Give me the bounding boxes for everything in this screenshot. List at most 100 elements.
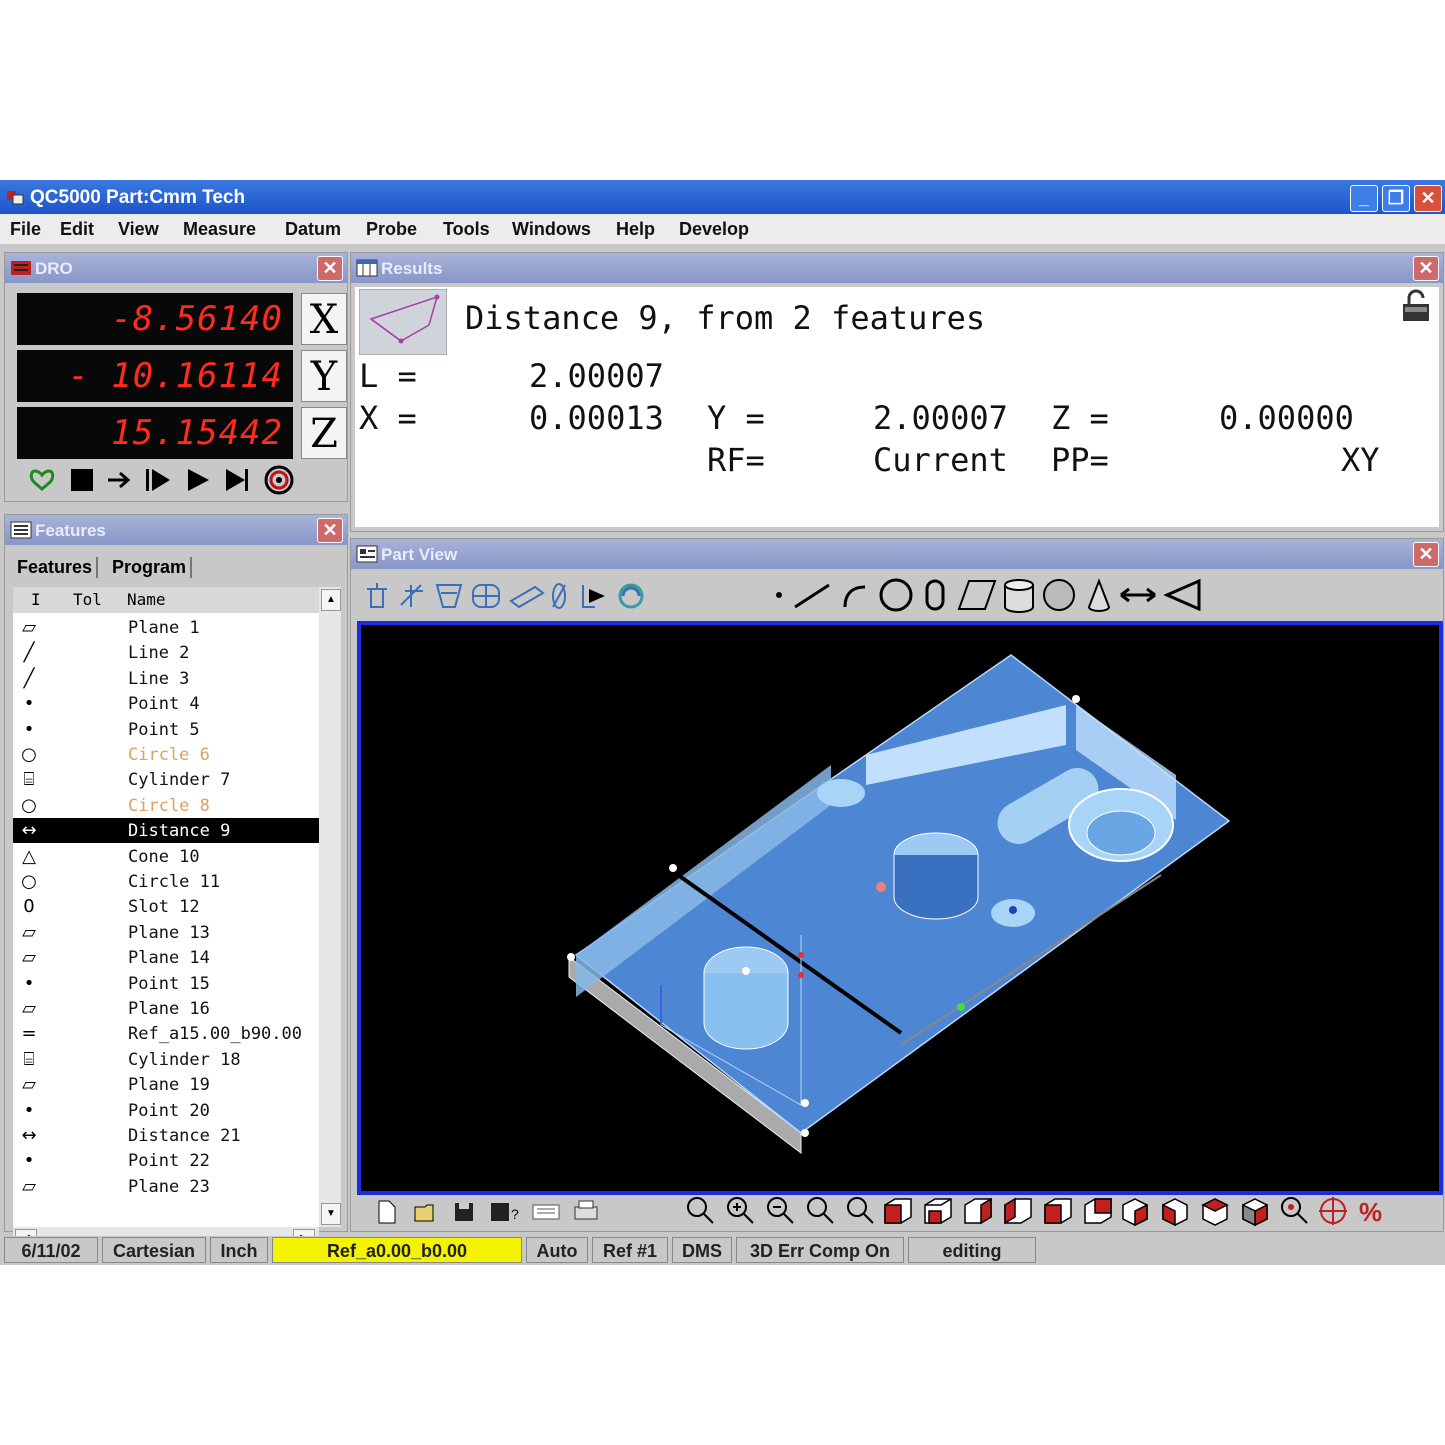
menu-develop[interactable]: Develop xyxy=(679,219,749,240)
play-icon[interactable] xyxy=(183,465,213,495)
view-zoom-icons[interactable]: % xyxy=(685,1195,1395,1227)
scroll-down-arrow-icon[interactable]: ▼ xyxy=(321,1203,341,1225)
feature-name: Plane 1 xyxy=(128,618,200,638)
feature-name: Slot 12 xyxy=(128,897,200,918)
feature-row[interactable]: ↔ Distance 9 xyxy=(13,818,319,844)
menu-help[interactable]: Help xyxy=(616,219,655,240)
feature-row[interactable]: • Point 20 xyxy=(13,1098,319,1123)
feature-row[interactable]: ▱ Plane 1 xyxy=(13,615,319,640)
tab-features[interactable]: Features xyxy=(17,557,99,578)
feature-row[interactable]: ○ Circle 6 xyxy=(13,742,319,767)
dro-title: DRO xyxy=(35,259,73,278)
results-l-value: 2.00007 xyxy=(529,357,664,395)
features-vertical-scrollbar[interactable]: ▲ ▼ xyxy=(319,587,341,1227)
feature-row[interactable]: 0 Slot 12 xyxy=(13,894,319,919)
status-coordinate-system[interactable]: Cartesian xyxy=(102,1237,206,1263)
features-panel: Features ✕ Features Program I Tol Name ▱… xyxy=(4,514,348,1249)
dro-z-readout: 15.15442 xyxy=(17,407,293,459)
part-3d-viewport[interactable] xyxy=(357,621,1443,1195)
menu-tools[interactable]: Tools xyxy=(443,219,490,240)
status-angle-format[interactable]: DMS xyxy=(672,1237,732,1263)
feature-name: Distance 9 xyxy=(128,821,231,842)
plane-icon: ▱ xyxy=(22,998,36,1019)
minimize-button[interactable]: _ xyxy=(1350,185,1378,212)
menu-view[interactable]: View xyxy=(118,219,159,240)
feature-name: Plane 14 xyxy=(128,948,210,969)
status-units[interactable]: Inch xyxy=(210,1237,268,1263)
results-close-button[interactable]: ✕ xyxy=(1413,256,1439,281)
plane-icon: ▱ xyxy=(22,1175,36,1197)
feature-row[interactable]: ○ Circle 8 xyxy=(13,793,319,818)
results-y-value: 2.00007 xyxy=(873,399,1008,437)
feature-row[interactable]: ▱ Plane 19 xyxy=(13,1072,319,1097)
dro-close-button[interactable]: ✕ xyxy=(317,256,343,281)
column-tol[interactable]: Tol xyxy=(73,590,102,609)
stop-icon[interactable] xyxy=(67,465,97,495)
view-mode-icons[interactable] xyxy=(361,579,681,611)
part-view-close-button[interactable]: ✕ xyxy=(1413,542,1439,567)
status-error-compensation[interactable]: 3D Err Comp On xyxy=(736,1237,904,1263)
feature-row[interactable]: • Point 15 xyxy=(13,971,319,996)
feature-row[interactable]: ⌸ Cylinder 18 xyxy=(13,1047,319,1072)
feature-row[interactable]: ↔ Distance 21 xyxy=(13,1123,319,1148)
step-play-icon[interactable] xyxy=(143,465,173,495)
feature-row[interactable]: ▱ Plane 16 xyxy=(13,996,319,1021)
plane-icon: ▱ xyxy=(22,617,36,638)
lock-icon[interactable] xyxy=(1399,289,1433,323)
maximize-button[interactable]: ❐ xyxy=(1382,185,1410,212)
dro-y-axis-button[interactable]: Y xyxy=(301,350,347,402)
close-button[interactable]: ✕ xyxy=(1414,185,1442,212)
feature-row[interactable]: ╱ Line 2 xyxy=(13,640,319,665)
feature-row[interactable]: • Point 22 xyxy=(13,1148,319,1173)
tab-program[interactable]: Program xyxy=(112,557,193,578)
file-tool-icons[interactable]: ? xyxy=(373,1197,603,1225)
feature-row[interactable]: ○ Circle 11 xyxy=(13,869,319,894)
play-to-end-icon[interactable] xyxy=(223,465,253,495)
feature-row[interactable]: • Point 4 xyxy=(13,691,319,716)
menu-windows[interactable]: Windows xyxy=(512,219,591,240)
part-view-icon xyxy=(356,545,378,563)
results-header: Results ✕ xyxy=(351,253,1443,283)
results-title: Results xyxy=(381,259,443,278)
dro-x-axis-button[interactable]: X xyxy=(301,293,347,345)
menu-edit[interactable]: Edit xyxy=(60,219,94,240)
feature-row[interactable]: = Ref_a15.00_b90.00 xyxy=(13,1021,319,1046)
status-mode[interactable]: Auto xyxy=(526,1237,588,1263)
status-date: 6/11/02 xyxy=(4,1237,98,1263)
features-close-button[interactable]: ✕ xyxy=(317,518,343,543)
feature-type-icons[interactable] xyxy=(769,577,1209,613)
results-z-label: Z = xyxy=(1051,399,1109,437)
menu-file[interactable]: File xyxy=(10,219,41,240)
status-ref-number[interactable]: Ref #1 xyxy=(592,1237,668,1263)
menu-measure[interactable]: Measure xyxy=(183,219,256,240)
feature-row[interactable]: • Point 5 xyxy=(13,717,319,742)
feature-row[interactable]: ▱ Plane 14 xyxy=(13,945,319,970)
step-arrow-icon[interactable] xyxy=(105,465,135,495)
dro-toolbar xyxy=(13,463,339,497)
probe-heart-icon[interactable] xyxy=(27,465,57,495)
feature-row[interactable]: ╱ Line 3 xyxy=(13,666,319,691)
svg-text:?: ? xyxy=(511,1206,519,1222)
feature-row[interactable]: ⌸ Cylinder 7 xyxy=(13,767,319,792)
column-name[interactable]: Name xyxy=(127,590,166,609)
circle-icon: ○ xyxy=(21,744,37,765)
cylinder-icon: ⌸ xyxy=(23,1048,35,1070)
target-icon[interactable] xyxy=(263,465,295,495)
feature-row[interactable]: ▱ Plane 23 xyxy=(13,1174,319,1199)
part-view-header: Part View ✕ xyxy=(351,539,1443,569)
circle-icon: ○ xyxy=(21,871,37,892)
feature-name: Point 15 xyxy=(128,973,210,994)
dro-z-axis-button[interactable]: Z xyxy=(301,407,347,459)
scroll-up-arrow-icon[interactable]: ▲ xyxy=(321,589,341,611)
point-icon: • xyxy=(23,1150,35,1172)
feature-row[interactable]: ▱ Plane 13 xyxy=(13,920,319,945)
distance-icon: ↔ xyxy=(21,1125,37,1146)
menu-datum[interactable]: Datum xyxy=(285,219,341,240)
feature-name: Line 2 xyxy=(128,643,190,664)
status-reference-frame[interactable]: Ref_a0.00_b0.00 xyxy=(272,1237,522,1263)
menu-probe[interactable]: Probe xyxy=(366,219,417,240)
feature-row[interactable]: △ Cone 10 xyxy=(13,844,319,869)
part-3d-model[interactable] xyxy=(361,625,1439,1191)
app-icon xyxy=(7,191,24,205)
column-i[interactable]: I xyxy=(31,590,41,609)
